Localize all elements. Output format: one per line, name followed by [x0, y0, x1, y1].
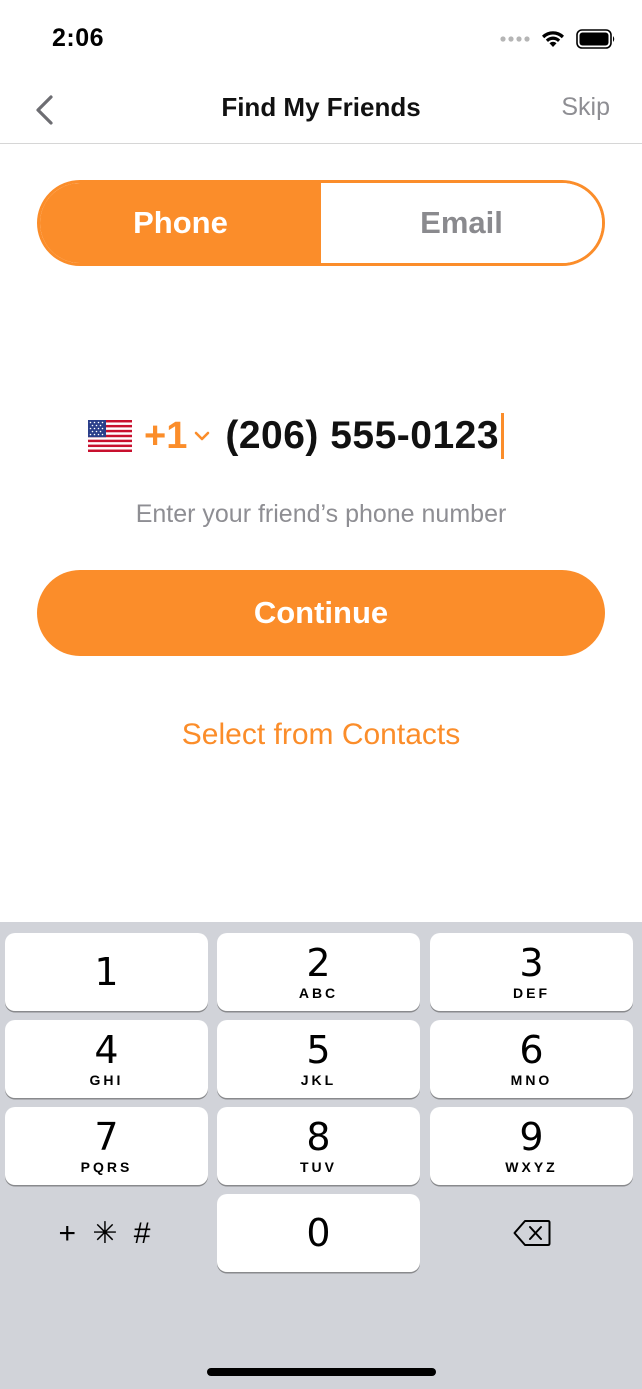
home-indicator[interactable]	[207, 1368, 436, 1376]
key-1[interactable]: 1	[5, 933, 208, 1011]
chevron-down-icon[interactable]	[193, 425, 215, 447]
text-cursor	[501, 413, 505, 459]
backspace-icon	[513, 1220, 550, 1246]
key-2[interactable]: 2 ABC	[217, 933, 420, 1011]
us-flag-icon[interactable]	[88, 420, 132, 452]
status-bar: 2:06	[0, 0, 642, 76]
key-6[interactable]: 6 MNO	[430, 1020, 633, 1098]
skip-button[interactable]: Skip	[561, 93, 610, 122]
key-5[interactable]: 5 JKL	[217, 1020, 420, 1098]
numeric-keypad: 1 2 ABC 3 DEF 4 GHI 5 JKL 6 MNO 7 PQRS 8…	[0, 922, 642, 1389]
key-3[interactable]: 3 DEF	[430, 933, 633, 1011]
key-4[interactable]: 4 GHI	[5, 1020, 208, 1098]
screen: 2:06 Find My Friends Skip Phone Email +1…	[0, 0, 642, 1389]
country-code-selector[interactable]: +1	[144, 415, 187, 458]
segment-phone[interactable]: Phone	[40, 183, 321, 263]
navigation-bar: Find My Friends Skip	[0, 76, 642, 144]
wifi-icon	[542, 31, 564, 47]
phone-hint-text: Enter your friend’s phone number	[135, 500, 507, 528]
cellular-signal-icon	[500, 36, 530, 42]
select-from-contacts-link[interactable]: Select from Contacts	[0, 718, 642, 752]
key-7[interactable]: 7 PQRS	[5, 1107, 208, 1185]
key-0[interactable]: 0	[217, 1194, 420, 1272]
status-icons	[500, 26, 616, 52]
page-title: Find My Friends	[221, 92, 421, 122]
continue-button[interactable]: Continue	[37, 570, 605, 656]
status-time: 2:06	[52, 24, 105, 52]
key-9[interactable]: 9 WXYZ	[430, 1107, 633, 1185]
delete-key[interactable]	[430, 1194, 633, 1272]
battery-icon	[576, 29, 615, 49]
phone-number-input[interactable]: (206) 555-0123	[225, 414, 499, 458]
key-8[interactable]: 8 TUV	[217, 1107, 420, 1185]
contact-method-segmented-control: Phone Email	[37, 180, 605, 266]
segment-email[interactable]: Email	[321, 183, 602, 263]
phone-entry-row: +1 (206) 555-0123	[88, 408, 505, 464]
key-symbols[interactable]: + ✳ #	[5, 1194, 208, 1272]
